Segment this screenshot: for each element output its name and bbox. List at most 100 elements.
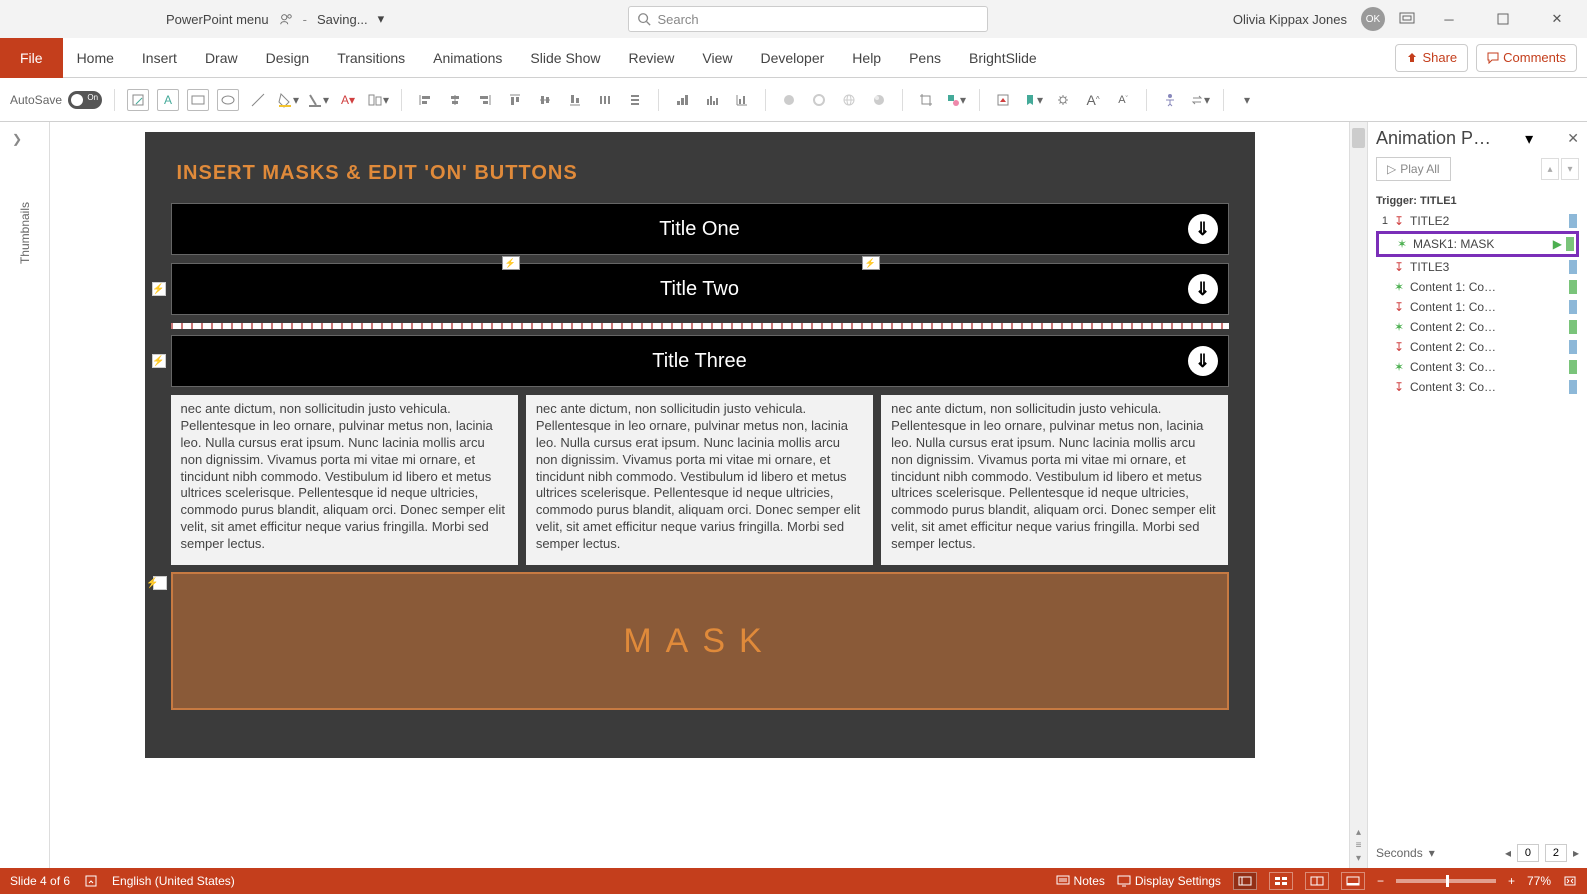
rectangle-icon[interactable] [187,89,209,111]
expand-icon[interactable]: ❯ [12,132,22,146]
search-input[interactable]: Search [628,6,988,32]
animation-item[interactable]: ✶Content 1: Co… [1376,277,1579,297]
tab-pens[interactable]: Pens [895,38,955,78]
shapes-icon[interactable]: ▾ [945,89,967,111]
normal-view-button[interactable] [1233,872,1257,890]
scroll-down-icon[interactable]: ▾ [1356,853,1361,864]
scroll-up-icon[interactable]: ▴ [1356,827,1361,838]
pane-dropdown-icon[interactable]: ▾ [1525,129,1533,149]
notes-button[interactable]: Notes [1056,874,1105,888]
selection-handle[interactable]: ⚡ [502,256,520,270]
zoom-level[interactable]: 77% [1527,874,1551,888]
title-bar-3[interactable]: ⚡ Title Three ⇓ [171,335,1229,387]
fill-icon[interactable]: ▾ [277,89,299,111]
tab-transitions[interactable]: Transitions [323,38,419,78]
arrow-down-icon[interactable]: ⇓ [1188,274,1218,304]
animation-item[interactable]: ✶Content 2: Co… [1376,317,1579,337]
selection-handle[interactable]: ⚡ [862,256,880,270]
tab-view[interactable]: View [688,38,746,78]
time-end-input[interactable] [1545,844,1567,862]
close-pane-icon[interactable]: ✕ [1567,130,1579,147]
move-down-button[interactable]: ▾ [1561,158,1579,180]
timeline-bar[interactable] [1569,300,1577,314]
align-top-icon[interactable] [504,89,526,111]
share-button[interactable]: Share [1395,44,1468,72]
sorter-view-button[interactable] [1269,872,1293,890]
user-avatar[interactable]: OK [1361,7,1385,31]
settings-icon[interactable] [1052,89,1074,111]
animation-item[interactable]: ↧Content 3: Co… [1376,377,1579,397]
font-increase-icon[interactable]: A^ [1082,89,1104,111]
crop-icon[interactable] [915,89,937,111]
tab-design[interactable]: Design [252,38,324,78]
tab-insert[interactable]: Insert [128,38,191,78]
align-bottom-icon[interactable] [564,89,586,111]
play-all-button[interactable]: ▷ Play All [1376,157,1451,181]
align-right-icon[interactable] [474,89,496,111]
slideshow-view-button[interactable] [1341,872,1365,890]
timeline-bar[interactable] [1569,320,1577,334]
display-settings-button[interactable]: Display Settings [1117,874,1221,888]
timeline-bar[interactable] [1569,280,1577,294]
content-col-3[interactable]: nec ante dictum, non sollicitudin justo … [881,395,1228,565]
accessibility-status[interactable] [84,874,98,888]
animation-item[interactable]: 1↧TITLE2 [1376,211,1579,231]
timeline-bar[interactable] [1569,380,1577,394]
selection-pane-icon[interactable] [992,89,1014,111]
bookmark-icon[interactable]: ▾ [1022,89,1044,111]
title-bar-2[interactable]: ⚡ ⚡ ⚡ Title Two ⇓ [171,263,1229,315]
ribbon-display-icon[interactable] [1399,12,1415,26]
slide-counter[interactable]: Slide 4 of 6 [10,874,70,888]
chart-icon[interactable] [671,89,693,111]
align-middle-icon[interactable] [534,89,556,111]
tab-animations[interactable]: Animations [419,38,516,78]
timeline-bar[interactable] [1569,214,1577,228]
swap-icon[interactable]: ▾ [1189,89,1211,111]
tab-help[interactable]: Help [838,38,895,78]
tab-review[interactable]: Review [614,38,688,78]
timeline-bar[interactable] [1569,340,1577,354]
more-icon[interactable]: ▾ [1236,89,1258,111]
sphere-icon[interactable] [868,89,890,111]
title-bar-1[interactable]: Title One ⇓ [171,203,1229,255]
align-left-icon[interactable] [414,89,436,111]
maximize-button[interactable] [1483,3,1523,35]
chart3-icon[interactable] [731,89,753,111]
textbox-icon[interactable]: A [157,89,179,111]
minimize-button[interactable]: ─ [1429,3,1469,35]
tab-slideshow[interactable]: Slide Show [516,38,614,78]
time-prev-icon[interactable]: ◂ [1505,846,1511,860]
ellipse-icon[interactable] [217,89,239,111]
language-status[interactable]: English (United States) [112,874,235,888]
circle-icon[interactable] [778,89,800,111]
arrow-down-icon[interactable]: ⇓ [1188,346,1218,376]
tab-brightslide[interactable]: BrightSlide [955,38,1051,78]
close-button[interactable]: ✕ [1537,3,1577,35]
scroll-split-icon[interactable]: ≡ [1356,840,1362,851]
align-center-h-icon[interactable] [444,89,466,111]
tab-draw[interactable]: Draw [191,38,252,78]
animation-item[interactable]: ✶MASK1: MASK▶ [1376,231,1579,257]
seconds-label[interactable]: Seconds [1376,846,1423,860]
time-next-icon[interactable]: ▸ [1573,846,1579,860]
autosave-toggle[interactable]: AutoSave On [10,91,102,109]
circle2-icon[interactable] [808,89,830,111]
timeline-bar[interactable] [1566,237,1574,251]
align-icon[interactable]: ▾ [367,89,389,111]
chart2-icon[interactable] [701,89,723,111]
globe-icon[interactable] [838,89,860,111]
timeline-bar[interactable] [1569,360,1577,374]
arrow-down-icon[interactable]: ⇓ [1188,214,1218,244]
animation-item[interactable]: ↧Content 1: Co… [1376,297,1579,317]
mask-shape[interactable]: ⚡ MASK [171,572,1229,710]
time-start-input[interactable] [1517,844,1539,862]
distribute-v-icon[interactable] [624,89,646,111]
content-col-2[interactable]: nec ante dictum, non sollicitudin justo … [526,395,873,565]
scrollbar-thumb[interactable] [1352,128,1365,148]
animation-item[interactable]: ✶Content 3: Co… [1376,357,1579,377]
accessibility-icon[interactable] [1159,89,1181,111]
tab-home[interactable]: Home [63,38,128,78]
content-col-1[interactable]: nec ante dictum, non sollicitudin justo … [171,395,518,565]
slide-canvas[interactable]: INSERT MASKS & EDIT 'ON' BUTTONS Title O… [50,122,1349,868]
animation-item[interactable]: ↧TITLE3 [1376,257,1579,277]
